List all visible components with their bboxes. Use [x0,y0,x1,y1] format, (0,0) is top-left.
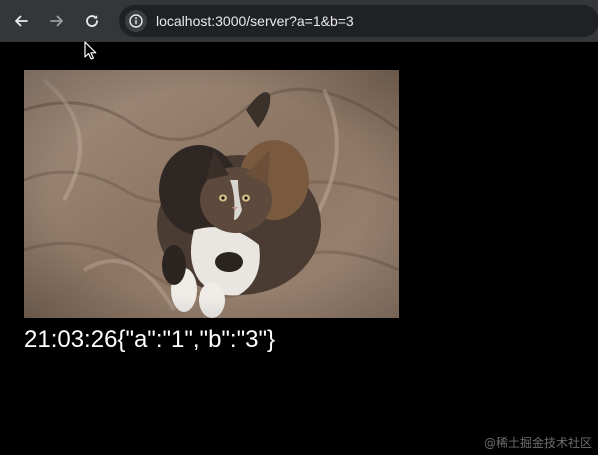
reload-icon [86,15,98,27]
url-text[interactable]: localhost:3000/server?a=1&b=3 [156,13,354,29]
arrow-right-icon [50,15,63,27]
page-content: 21:03:26{"a":"1","b":"3"} [0,42,598,455]
reload-button[interactable] [79,8,105,34]
back-button[interactable] [8,8,34,34]
mouse-pointer-icon [84,41,97,65]
forward-button[interactable] [44,8,70,34]
address-bar[interactable]: localhost:3000/server?a=1&b=3 [119,5,598,37]
arrow-left-icon [15,15,28,27]
watermark: @稀土掘金技术社区 [483,436,592,450]
cat-photo [24,70,399,318]
query-output-text: 21:03:26{"a":"1","b":"3"} [24,326,276,353]
info-icon [129,14,143,28]
browser-window: localhost:3000/server?a=1&b=3 21:03:26{"… [0,0,598,455]
browser-toolbar: localhost:3000/server?a=1&b=3 [0,0,598,42]
site-info-button[interactable] [125,10,147,32]
